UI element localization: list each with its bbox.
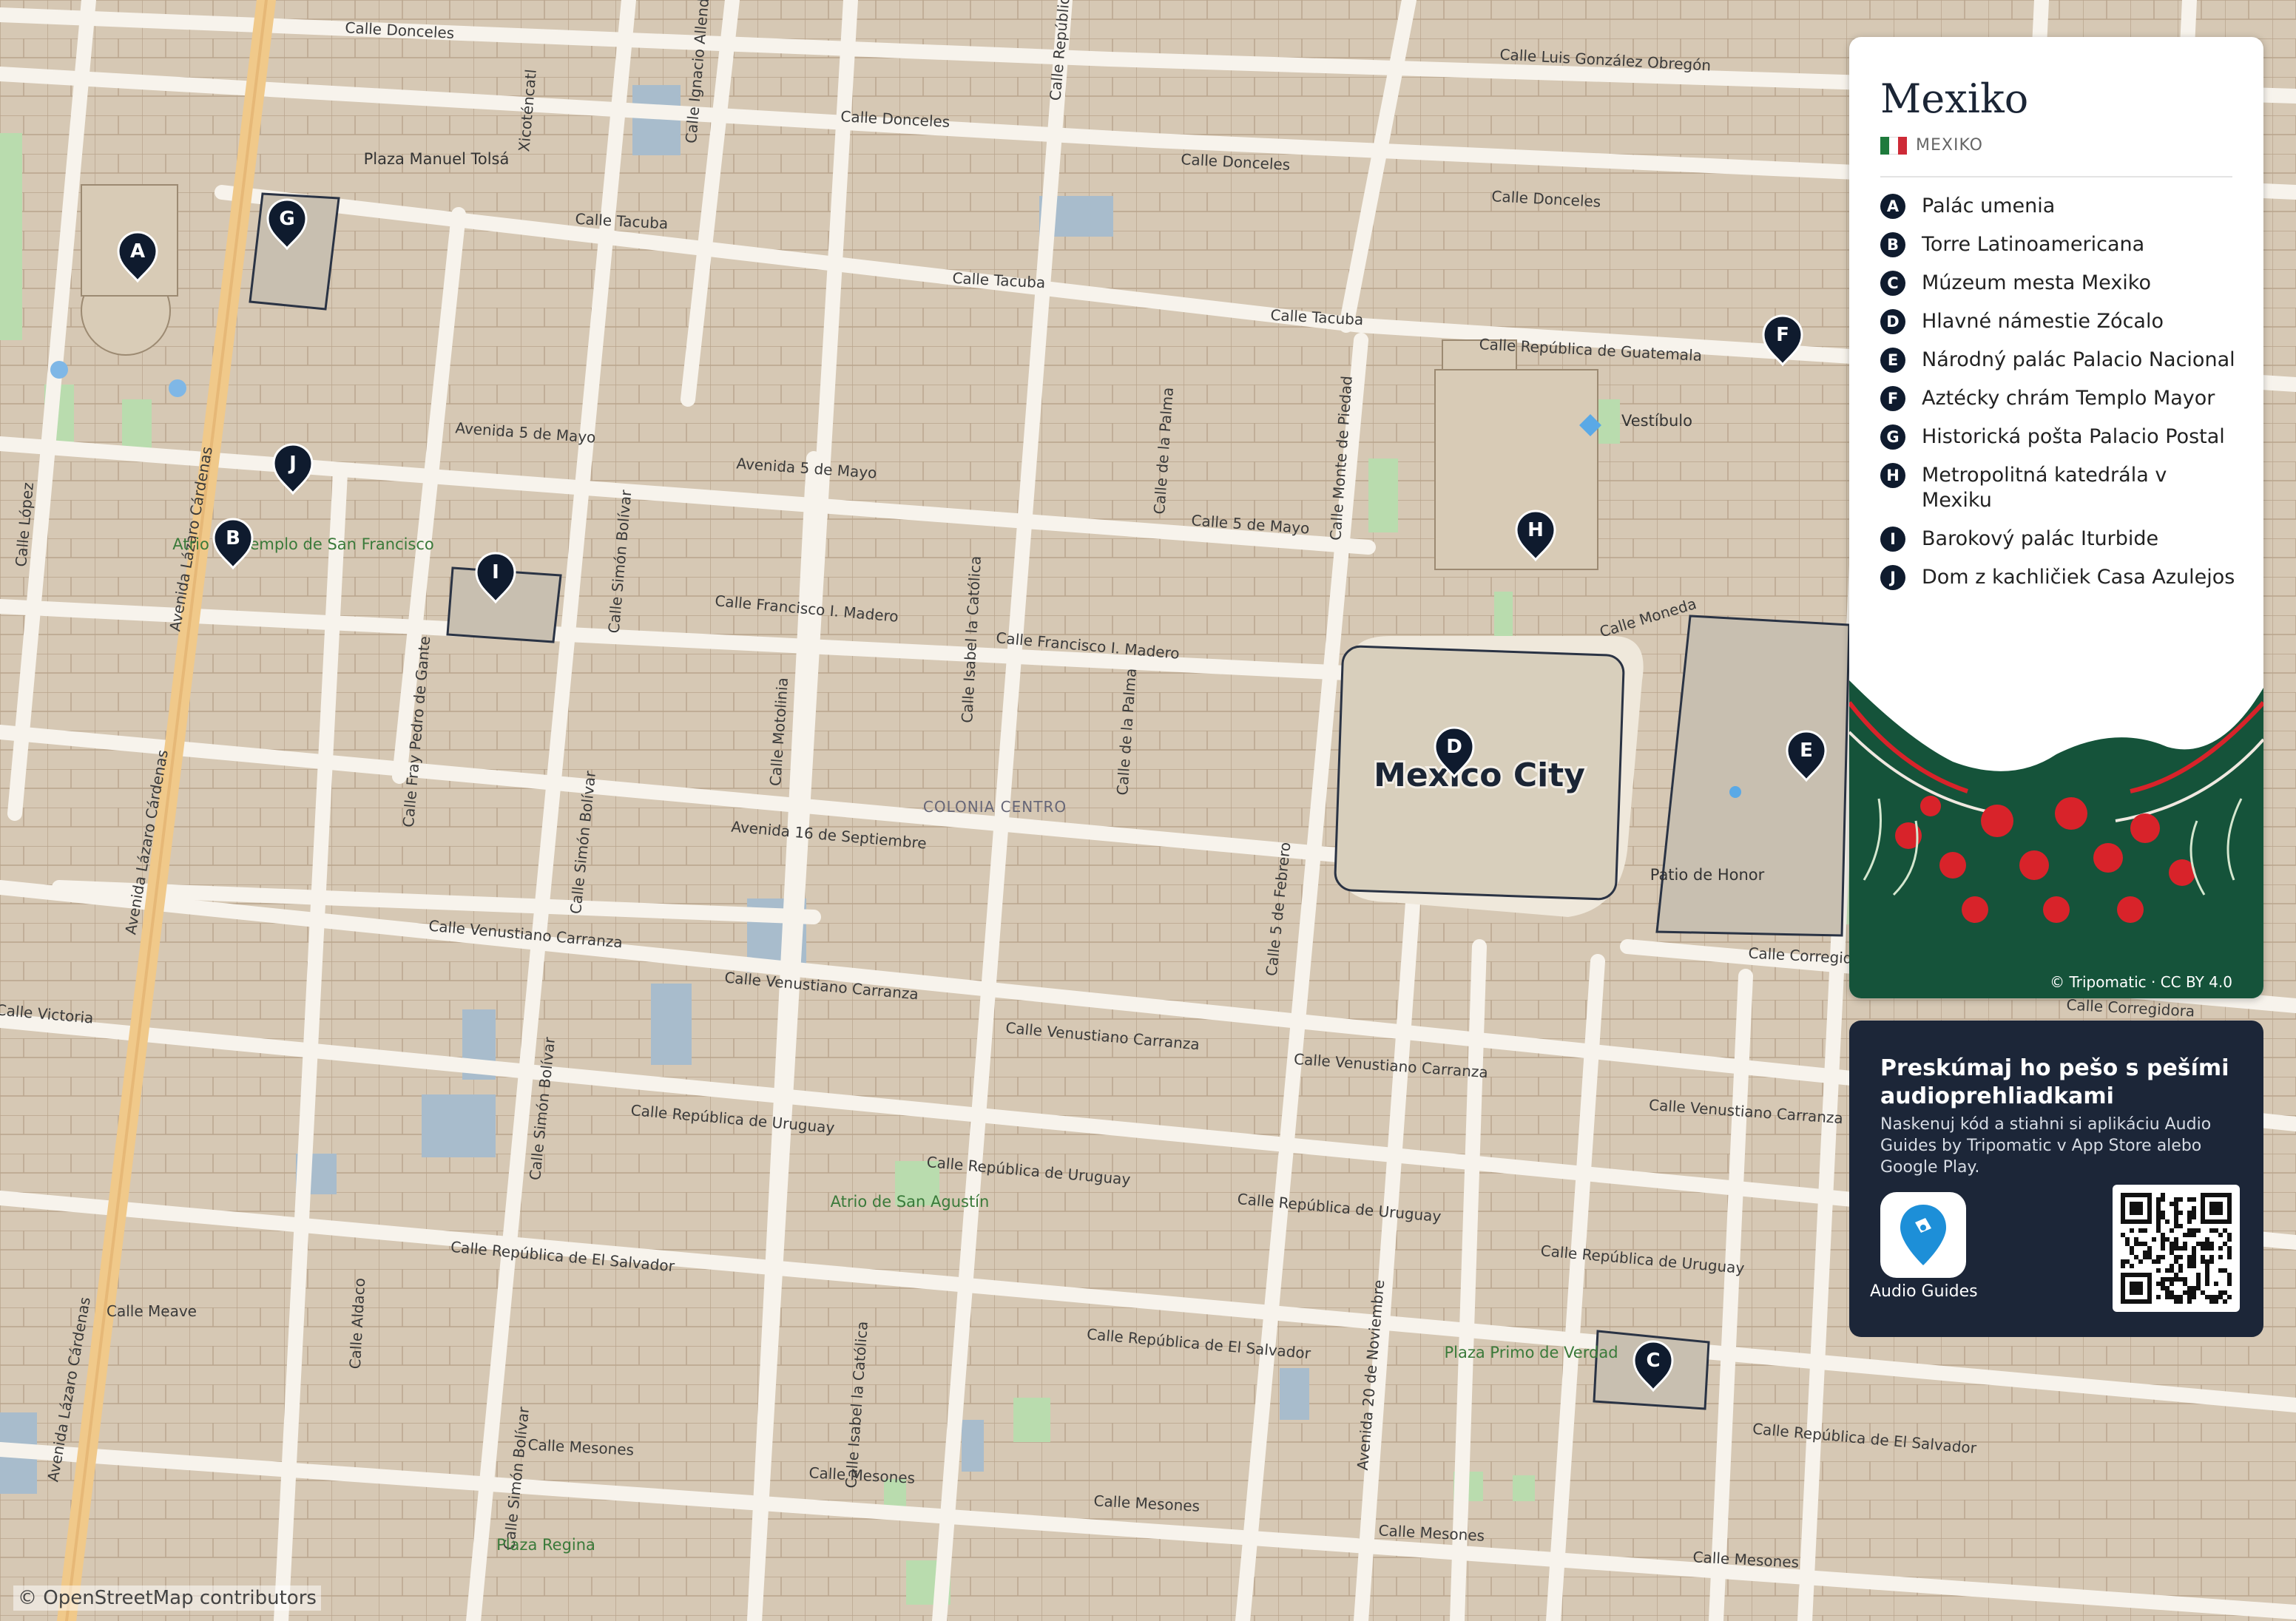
fountain (1729, 786, 1741, 798)
city-label: Mexico City (1374, 757, 1585, 794)
map-pin-letter: J (288, 453, 297, 475)
flower-illustration (1849, 680, 2263, 998)
legend-label: Palác umenia (1922, 194, 2056, 217)
legend-item-i[interactable]: I Barokový palác Iturbide (1880, 527, 2235, 552)
map-pin-letter: G (279, 208, 294, 230)
place-atrio-san-agustin: Atrio de San Agustín (831, 1193, 990, 1211)
place-plaza-tolsa: Plaza Manuel Tolsá (364, 150, 510, 168)
legend-item-h[interactable]: H Metropolitná katedrála v Mexiku (1880, 463, 2235, 513)
map-pin-letter: D (1446, 736, 1462, 758)
district-label: COLONIA CENTRO (923, 798, 1067, 816)
legend-title: Mexiko (1880, 75, 2029, 122)
legend-country: MEXIKO (1880, 136, 1983, 155)
legend-item-d[interactable]: D Hlavné námestie Zócalo (1880, 309, 2235, 334)
map-pin-letter: H (1527, 519, 1544, 541)
legend-label: Barokový palác Iturbide (1922, 527, 2159, 550)
legend-label: Národný palác Palacio Nacional (1922, 348, 2235, 371)
legend-item-g[interactable]: G Historická pošta Palacio Postal (1880, 424, 2235, 450)
audio-guides-app-icon[interactable] (1880, 1192, 1966, 1278)
legend-badge: G (1880, 424, 1905, 450)
legend-badge: J (1880, 565, 1905, 590)
legend-credit: © Tripomatic · CC BY 4.0 (2050, 973, 2232, 991)
legend-card: Mexiko MEXIKO A Palác umenia B Torre Latino… (1849, 37, 2263, 998)
legend-country-label: MEXIKO (1916, 136, 1983, 155)
legend-badge: F (1880, 386, 1905, 411)
app-label: Audio Guides (1870, 1282, 1978, 1301)
qr-code-icon[interactable] (2113, 1185, 2240, 1312)
legend-item-e[interactable]: E Národný palác Palacio Nacional (1880, 348, 2235, 373)
legend-badge: B (1880, 232, 1905, 257)
legend-item-b[interactable]: B Torre Latinoamericana (1880, 232, 2235, 257)
legend-label: Aztécky chrám Templo Mayor (1922, 387, 2215, 410)
legend-label: Torre Latinoamericana (1922, 233, 2145, 256)
map-pin-letter: F (1776, 324, 1789, 346)
legend-item-c[interactable]: C Múzeum mesta Mexiko (1880, 271, 2235, 296)
promo-description: Naskenuj kód a stiahni si aplikáciu Audi… (1880, 1115, 2212, 1177)
audio-guides-promo: Preskúmaj ho pešo s pešími audioprehliad… (1849, 1021, 2263, 1337)
legend-label: Metropolitná katedrála v Mexiku (1922, 464, 2167, 512)
street-label: Calle Meave (107, 1302, 197, 1320)
map-pin-letter: E (1800, 740, 1813, 762)
map-pin-letter: B (226, 527, 240, 549)
legend-list: A Palác umenia B Torre Latinoamericana C Múze… (1880, 194, 2235, 603)
legend-badge: H (1880, 463, 1905, 488)
legend-badge: A (1880, 194, 1905, 219)
map-attribution: © OpenStreetMap contributors (13, 1586, 321, 1611)
promo-title: Preskúmaj ho pešo s pešími audioprehliad… (1880, 1055, 2229, 1109)
place-plaza-primo-de-verdad: Plaza Primo de Verdad (1444, 1344, 1618, 1361)
legend-item-f[interactable]: F Aztécky chrám Templo Mayor (1880, 386, 2235, 411)
legend-badge: E (1880, 348, 1905, 373)
place-vestibulo: Vestíbulo (1621, 412, 1692, 430)
place-patio-de-honor: Patio de Honor (1650, 866, 1765, 884)
legend-item-a[interactable]: A Palác umenia (1880, 194, 2235, 219)
legend-badge: D (1880, 309, 1905, 334)
legend-label: Dom z kachličiek Casa Azulejos (1922, 566, 2235, 589)
legend-item-j[interactable]: J Dom z kachličiek Casa Azulejos (1880, 565, 2235, 590)
legend-divider (1880, 176, 2232, 177)
place-atrio-san-francisco: Atrio del Templo de San Francisco (172, 535, 434, 553)
map-pin-letter: C (1646, 1350, 1660, 1372)
mexico-flag-icon (1880, 136, 1907, 155)
legend-label: Hlavné námestie Zócalo (1922, 310, 2164, 333)
legend-badge: I (1880, 527, 1905, 552)
legend-label: Múzeum mesta Mexiko (1922, 271, 2151, 294)
map-pin-letter: A (130, 240, 145, 263)
legend-label: Historická pošta Palacio Postal (1922, 425, 2225, 448)
location-pin-icon (1900, 1205, 1946, 1265)
map-pin-letter: I (492, 561, 499, 583)
legend-badge: C (1880, 271, 1905, 296)
place-plaza-regina: Plaza Regina (496, 1536, 595, 1554)
